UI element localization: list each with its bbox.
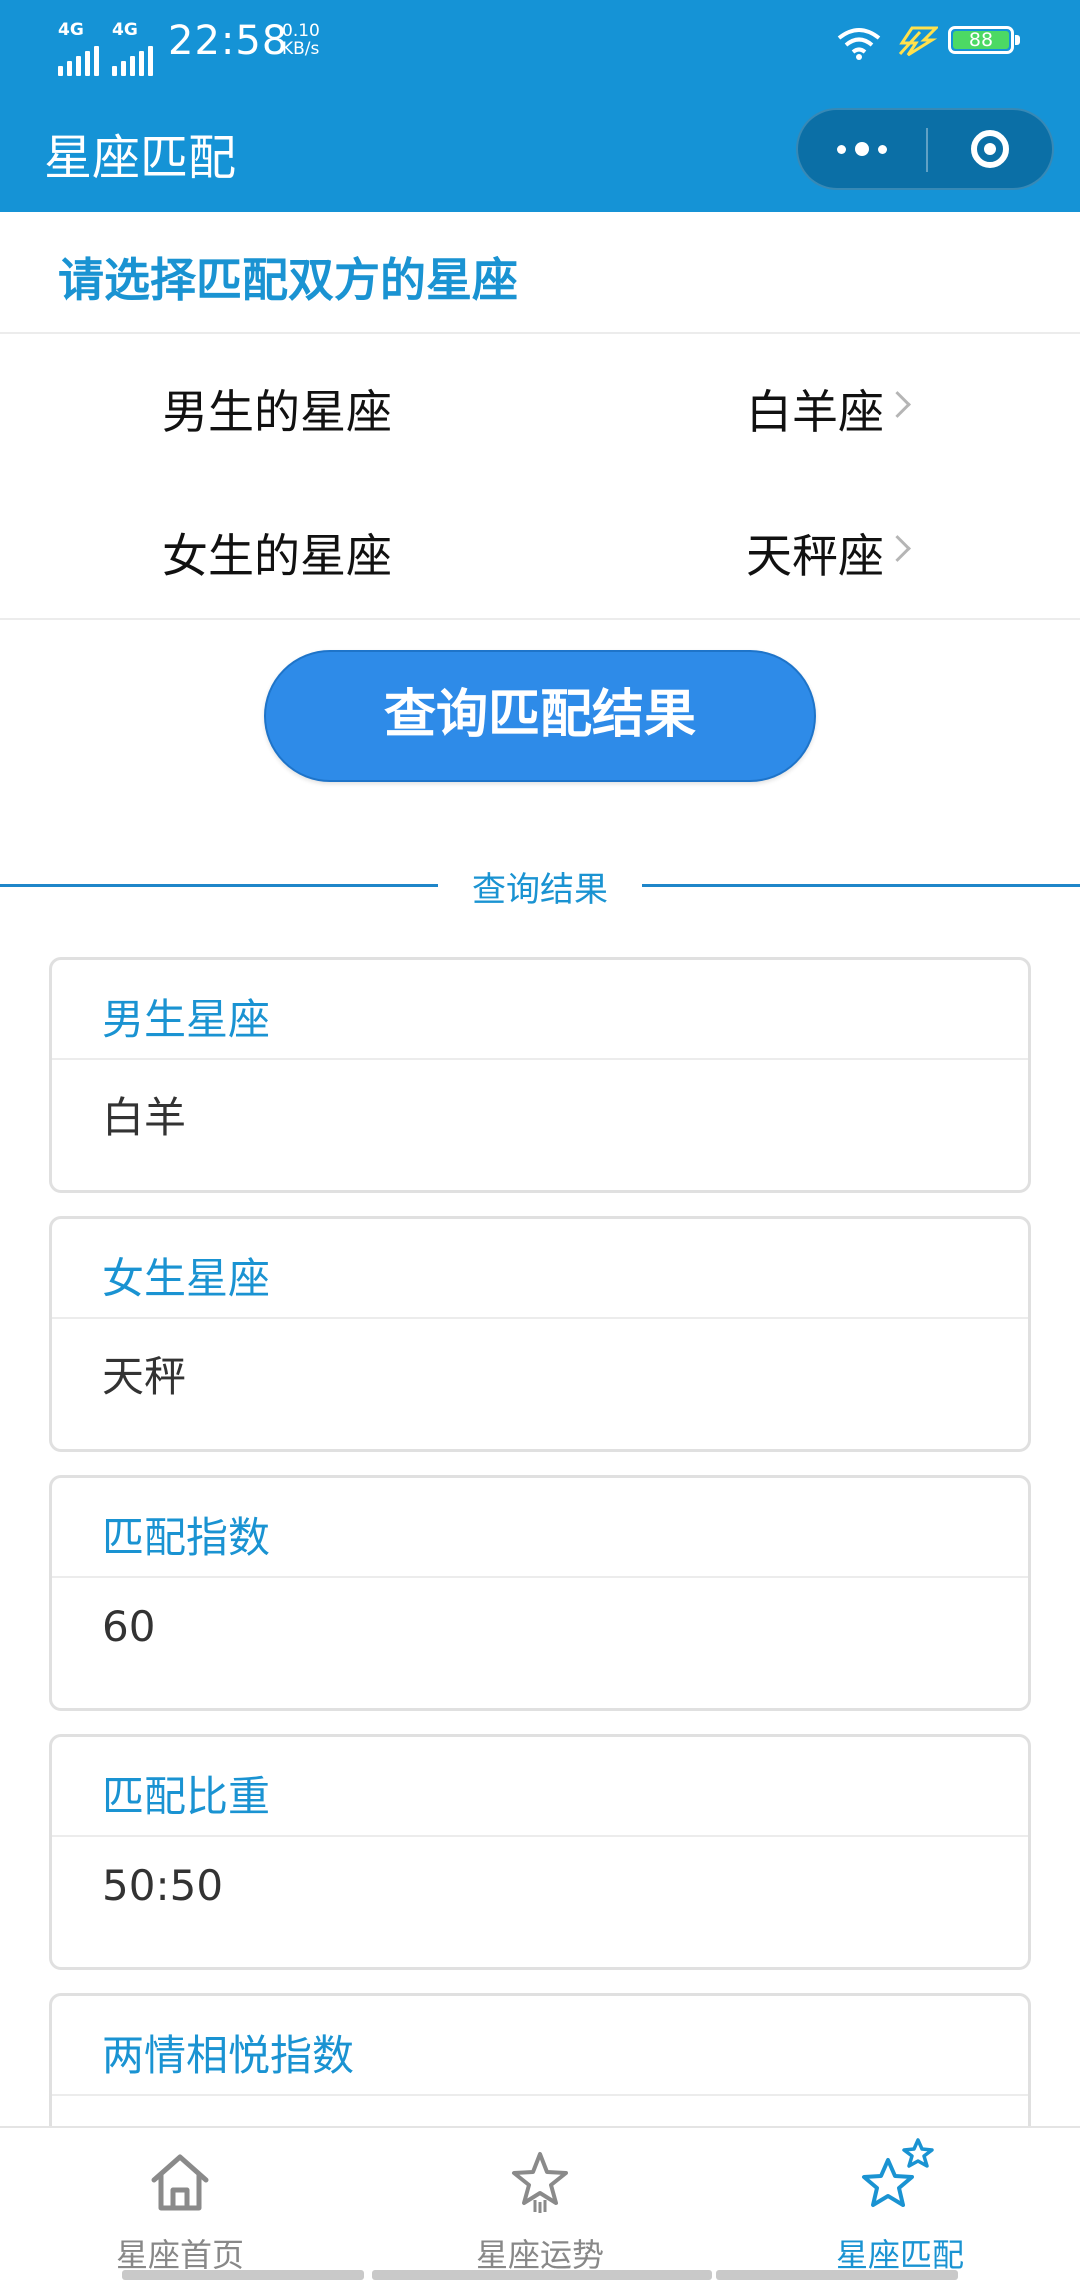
female-sign-value: 天秤座 [746, 529, 884, 583]
divider-line-left [0, 884, 438, 887]
chevron-right-icon [884, 391, 911, 418]
card-value: 白羊 [102, 1093, 187, 1142]
card-title: 男生星座 [102, 995, 271, 1044]
female-sign-label: 女生的星座 [162, 529, 392, 583]
card-title: 匹配比重 [102, 1772, 271, 1821]
female-sign-picker[interactable]: 女生的星座 天秤座 [0, 478, 1080, 620]
tab-match[interactable]: 星座匹配 [750, 2128, 1050, 2278]
chevron-right-icon [884, 535, 911, 562]
bottom-indicator [716, 2270, 958, 2280]
query-match-button[interactable]: 查询匹配结果 [264, 650, 816, 782]
result-card-female: 女生星座 天秤 [49, 1216, 1031, 1452]
male-sign-label: 男生的星座 [162, 385, 392, 439]
male-sign-value: 白羊座 [746, 385, 884, 439]
bottom-indicator [372, 2270, 712, 2280]
home-icon [151, 2154, 209, 2211]
divider [0, 618, 1080, 620]
card-value: 60 [102, 1602, 156, 1651]
result-card-male: 男生星座 白羊 [49, 957, 1031, 1193]
tab-home[interactable]: 星座首页 [30, 2128, 330, 2278]
results-divider-label: 查询结果 [472, 870, 608, 910]
result-card-match-ratio: 匹配比重 50:50 [49, 1734, 1031, 1970]
divider-line-right [642, 884, 1080, 887]
result-card-match-index: 匹配指数 60 [49, 1475, 1031, 1711]
star-icon [512, 2152, 568, 2213]
tab-bar: 星座首页 星座运势 星座匹配 [0, 2126, 1080, 2280]
content-area: 请选择匹配双方的星座 男生的星座 白羊座 女生的星座 天秤座 查询匹配结果 查询… [0, 0, 1080, 2126]
bottom-indicator [122, 2270, 364, 2280]
male-sign-picker[interactable]: 男生的星座 白羊座 [0, 334, 1080, 476]
card-title: 女生星座 [102, 1254, 271, 1303]
card-value: 50:50 [102, 1861, 224, 1910]
tab-fortune[interactable]: 星座运势 [390, 2128, 690, 2278]
double-star-icon [862, 2138, 934, 2207]
card-title: 匹配指数 [102, 1513, 271, 1562]
select-heading: 请选择匹配双方的星座 [58, 253, 518, 307]
card-value: 天秤 [102, 1352, 187, 1401]
card-title: 两情相悦指数 [102, 2031, 355, 2080]
result-card-mutual-index: 两情相悦指数 [49, 1993, 1031, 2126]
